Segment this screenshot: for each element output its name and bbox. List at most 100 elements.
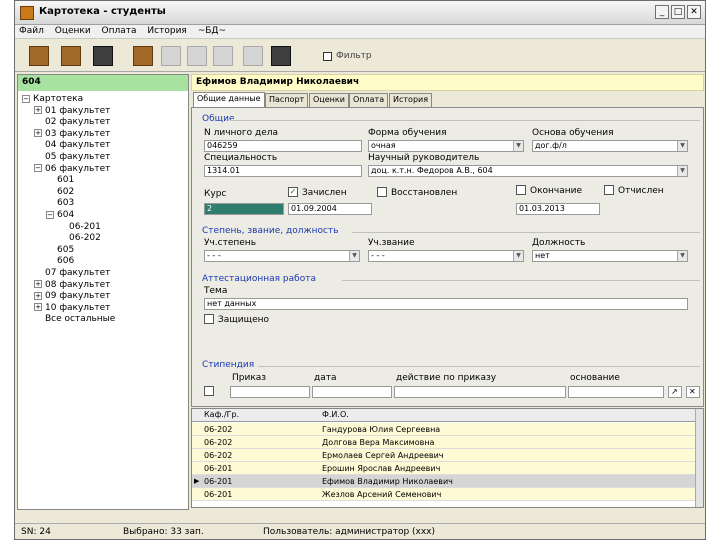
section-general: Общие: [202, 114, 235, 124]
tree-node-label: 606: [57, 256, 75, 267]
specialty-field[interactable]: 1314.01: [204, 165, 362, 177]
academic-title-select[interactable]: - - - ▼: [368, 250, 524, 262]
course-field[interactable]: 2: [204, 203, 284, 215]
enrolled-date-field[interactable]: 01.09.2004: [288, 203, 372, 215]
tree-node[interactable]: +10 факультет: [34, 302, 110, 314]
clear-icon[interactable]: ✕: [686, 386, 700, 398]
study-form-select[interactable]: очная ▼: [368, 140, 524, 152]
open-icon[interactable]: ↗: [668, 386, 682, 398]
toolbar: Фильтр: [15, 40, 705, 72]
validity-field[interactable]: [394, 386, 566, 398]
tab-general[interactable]: Общие данные: [193, 92, 265, 107]
record-no-field[interactable]: 046259: [204, 140, 362, 152]
close-icon[interactable]: ✕: [687, 5, 701, 19]
table-row[interactable]: 06-202 Гандурова Юлия Сергеевна: [192, 423, 697, 436]
tree-node[interactable]: +09 факультет: [34, 290, 110, 302]
menu-payment[interactable]: Оплата: [98, 25, 141, 37]
print-icon[interactable]: [271, 46, 291, 66]
date-field[interactable]: [312, 386, 392, 398]
supervisor-select[interactable]: доц. к.т.н. Федоров А.В., 604 ▼: [368, 165, 688, 177]
tree-node[interactable]: 606: [46, 255, 74, 267]
study-basis-select[interactable]: дог.ф/л ▼: [532, 140, 688, 152]
folder-card-icon[interactable]: [29, 46, 49, 66]
tree-node[interactable]: 04 факультет: [34, 139, 110, 151]
grid-header-group[interactable]: Каф./Гр.: [204, 410, 239, 419]
tree-node[interactable]: Все остальные: [34, 313, 115, 325]
tree-node[interactable]: +01 факультет: [34, 105, 110, 117]
cell-name: Ермолаев Сергей Андреевич: [322, 451, 444, 460]
table-row[interactable]: 06-201 Ерошин Ярослав Андреевич: [192, 462, 697, 475]
collapse-icon[interactable]: −: [34, 164, 42, 173]
table-row[interactable]: ▶ 06-201 Ефимов Владимир Николаевич: [192, 475, 697, 488]
expand-icon[interactable]: +: [34, 291, 42, 300]
tree-node-label: Все остальные: [45, 314, 116, 325]
tree-node[interactable]: −604: [46, 209, 74, 221]
tree-node[interactable]: 601: [46, 174, 74, 186]
menu-history[interactable]: История: [143, 25, 190, 37]
record-card-icon[interactable]: [61, 46, 81, 66]
delete-record-icon[interactable]: [243, 46, 263, 66]
expand-icon[interactable]: +: [34, 129, 42, 138]
restored-checkbox[interactable]: [377, 187, 387, 197]
tree-node[interactable]: −06 факультет: [34, 163, 110, 175]
add-record-icon[interactable]: [161, 46, 181, 66]
tab-passport[interactable]: Паспорт: [265, 93, 309, 107]
section-divider: [342, 280, 700, 281]
tree-node[interactable]: − Картотека: [22, 93, 83, 105]
expand-icon[interactable]: +: [34, 106, 42, 115]
table-row[interactable]: 06-202 Долгова Вера Максимовна: [192, 436, 697, 449]
tree-node[interactable]: 605: [46, 244, 74, 256]
chevron-down-icon[interactable]: ▼: [513, 141, 523, 151]
menu-grades[interactable]: Оценки: [51, 25, 95, 37]
tab-grades[interactable]: Оценки: [309, 93, 349, 107]
tree-node-label: 09 факультет: [45, 291, 111, 302]
table-row[interactable]: 06-202 Ермолаев Сергей Андреевич: [192, 449, 697, 462]
order-field[interactable]: [230, 386, 310, 398]
menu-bar: Файл Оценки Оплата История ~БД~: [15, 25, 705, 39]
tree-node[interactable]: 06-202: [58, 232, 101, 244]
enrolled-checkbox[interactable]: ✓: [288, 187, 298, 197]
move-record-icon[interactable]: [213, 46, 233, 66]
chevron-down-icon[interactable]: ▼: [677, 141, 687, 151]
tree-node[interactable]: 602: [46, 186, 74, 198]
expand-icon[interactable]: +: [34, 280, 42, 289]
table-row[interactable]: 06-201 Жезлов Арсений Семенович: [192, 488, 697, 501]
basis-field[interactable]: [568, 386, 664, 398]
expelled-checkbox[interactable]: [604, 185, 614, 195]
defended-checkbox[interactable]: [204, 314, 214, 324]
position-select[interactable]: нет ▼: [532, 250, 688, 262]
tab-payment[interactable]: Оплата: [349, 93, 389, 107]
tree-node-label: 01 факультет: [45, 105, 111, 116]
glasses-icon[interactable]: [133, 46, 153, 66]
menu-db[interactable]: ~БД~: [194, 25, 230, 37]
specialty-label: Специальность: [204, 153, 278, 163]
document-icon[interactable]: [93, 46, 113, 66]
tab-history[interactable]: История: [389, 93, 433, 107]
tree-node[interactable]: +08 факультет: [34, 279, 110, 291]
expand-icon[interactable]: +: [34, 303, 42, 312]
tree-node[interactable]: 07 факультет: [34, 267, 110, 279]
chevron-down-icon[interactable]: ▼: [349, 251, 359, 261]
finished-checkbox[interactable]: [516, 185, 526, 195]
academic-degree-select[interactable]: - - - ▼: [204, 250, 360, 262]
collapse-icon[interactable]: −: [46, 210, 54, 219]
chevron-down-icon[interactable]: ▼: [513, 251, 523, 261]
collapse-icon[interactable]: −: [22, 94, 30, 103]
tree-node[interactable]: 05 факультет: [34, 151, 110, 163]
chevron-down-icon[interactable]: ▼: [677, 166, 687, 176]
edit-record-icon[interactable]: [187, 46, 207, 66]
minimize-icon[interactable]: _: [655, 5, 669, 19]
tree-node[interactable]: 603: [46, 197, 74, 209]
tree-node[interactable]: 02 факультет: [34, 116, 110, 128]
finished-date-field[interactable]: 01.03.2013: [516, 203, 600, 215]
tree-node[interactable]: +03 факультет: [34, 128, 110, 140]
chevron-down-icon[interactable]: ▼: [677, 251, 687, 261]
maximize-icon[interactable]: □: [671, 5, 685, 19]
theme-field[interactable]: нет данных: [204, 298, 688, 310]
stipend-checkbox[interactable]: [204, 386, 214, 396]
tree-node[interactable]: 06-201: [58, 221, 101, 233]
filter-checkbox[interactable]: [323, 52, 332, 61]
menu-file[interactable]: Файл: [15, 25, 48, 37]
grid-scrollbar[interactable]: [695, 409, 703, 507]
grid-header-name[interactable]: Ф.И.О.: [322, 410, 349, 419]
